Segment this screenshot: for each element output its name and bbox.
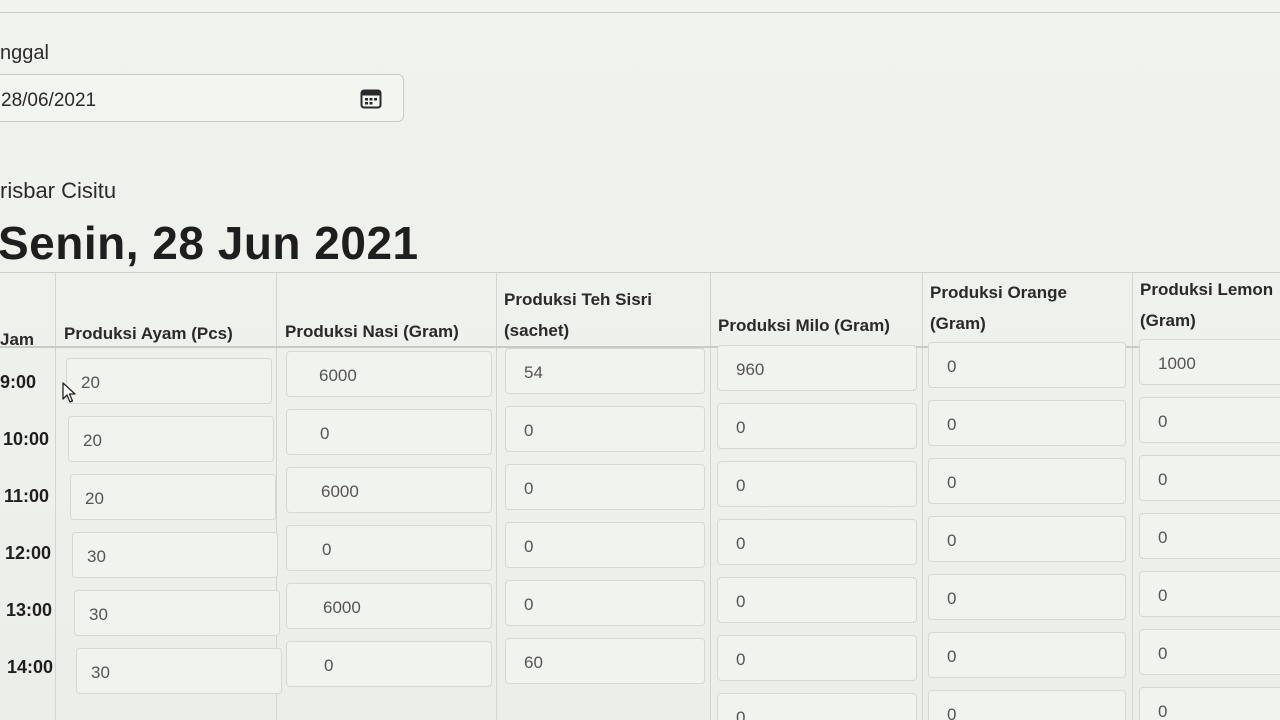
table-top-rule [0, 272, 1280, 273]
input-produksi-nasi[interactable]: 6000 [286, 467, 492, 513]
input-produksi-nasi[interactable]: 6000 [286, 351, 492, 397]
row-hour-label: 11:00 [4, 486, 50, 506]
header-produksi-milo: Produksi Milo (Gram) [718, 316, 890, 335]
input-produksi-milo[interactable]: 960 [717, 345, 917, 391]
input-produksi-orange[interactable]: 0 [928, 400, 1126, 446]
input-produksi-lemon[interactable]: 0 [1139, 687, 1280, 720]
row-hour-label: 10:00 [3, 429, 50, 449]
input-produksi-ayam[interactable]: 20 [66, 358, 272, 404]
production-table: Jam Produksi Ayam (Pcs) Produksi Nasi (G… [0, 272, 1280, 720]
input-produksi-lemon[interactable]: 0 [1139, 513, 1280, 559]
header-produksi-lemon-line2: (Gram) [1140, 311, 1196, 330]
input-produksi-teh[interactable]: 60 [505, 638, 705, 684]
input-produksi-ayam[interactable]: 30 [74, 590, 280, 636]
input-produksi-milo[interactable]: 0 [717, 577, 917, 623]
header-produksi-ayam: Produksi Ayam (Pcs) [64, 324, 233, 343]
page: nggal 28/06/2021 risbar Cisitu Senin, 28… [0, 0, 1280, 720]
calendar-icon[interactable] [359, 87, 383, 111]
header-produksi-teh-line2: (sachet) [504, 321, 570, 340]
input-produksi-teh[interactable]: 0 [505, 464, 705, 510]
branch-name: risbar Cisitu [0, 178, 117, 203]
date-input-value: 28/06/2021 [1, 90, 97, 111]
row-hour-label: 14:00 [7, 657, 54, 677]
header-produksi-orange-line2: (Gram) [930, 314, 986, 333]
input-produksi-milo[interactable]: 0 [717, 635, 917, 681]
input-produksi-nasi[interactable]: 0 [286, 641, 492, 687]
input-produksi-lemon[interactable]: 0 [1139, 397, 1280, 443]
report-date-heading: Senin, 28 Jun 2021 [0, 217, 419, 269]
top-divider [0, 12, 1280, 13]
header-produksi-orange-line1: Produksi Orange [930, 283, 1067, 302]
input-produksi-nasi[interactable]: 0 [286, 525, 492, 571]
input-produksi-orange[interactable]: 0 [928, 342, 1126, 388]
input-produksi-milo[interactable]: 0 [717, 461, 917, 507]
row-hour-label: 13:00 [6, 600, 53, 620]
input-produksi-ayam[interactable]: 30 [76, 648, 282, 694]
header-produksi-teh-line1: Produksi Teh Sisri [504, 290, 653, 309]
input-produksi-milo[interactable]: 0 [717, 403, 917, 449]
input-produksi-orange[interactable]: 0 [928, 690, 1126, 720]
date-field-label: nggal [0, 42, 49, 64]
input-produksi-orange[interactable]: 0 [928, 458, 1126, 504]
input-produksi-teh[interactable]: 0 [505, 580, 705, 626]
row-hour-label: 12:00 [5, 543, 52, 563]
input-produksi-nasi[interactable]: 0 [286, 409, 492, 455]
header-produksi-nasi: Produksi Nasi (Gram) [285, 322, 459, 341]
input-produksi-lemon[interactable]: 1000 [1139, 339, 1280, 385]
input-produksi-orange[interactable]: 0 [928, 574, 1126, 620]
header-produksi-lemon-line1: Produksi Lemon [1140, 280, 1274, 299]
date-input[interactable]: 28/06/2021 [0, 74, 404, 122]
input-produksi-ayam[interactable]: 20 [70, 474, 276, 520]
input-produksi-lemon[interactable]: 0 [1139, 455, 1280, 501]
header-jam: Jam [0, 330, 35, 349]
input-produksi-orange[interactable]: 0 [928, 632, 1126, 678]
input-produksi-teh[interactable]: 0 [505, 406, 705, 452]
input-produksi-nasi[interactable]: 6000 [286, 583, 492, 629]
column-divider [1132, 272, 1133, 720]
input-produksi-ayam[interactable]: 20 [68, 416, 274, 462]
input-produksi-orange[interactable]: 0 [928, 516, 1126, 562]
mouse-pointer-icon [62, 382, 78, 404]
column-divider [922, 272, 923, 720]
input-produksi-milo[interactable]: 0 [717, 693, 917, 720]
row-hour-label: 9:00 [0, 372, 37, 392]
input-produksi-ayam[interactable]: 30 [72, 532, 278, 578]
input-produksi-lemon[interactable]: 0 [1139, 571, 1280, 617]
column-divider [710, 272, 711, 720]
input-produksi-lemon[interactable]: 0 [1139, 629, 1280, 675]
input-produksi-milo[interactable]: 0 [717, 519, 917, 565]
column-divider [55, 272, 56, 720]
input-produksi-teh[interactable]: 54 [505, 348, 705, 394]
column-divider [496, 272, 497, 720]
input-produksi-teh[interactable]: 0 [505, 522, 705, 568]
